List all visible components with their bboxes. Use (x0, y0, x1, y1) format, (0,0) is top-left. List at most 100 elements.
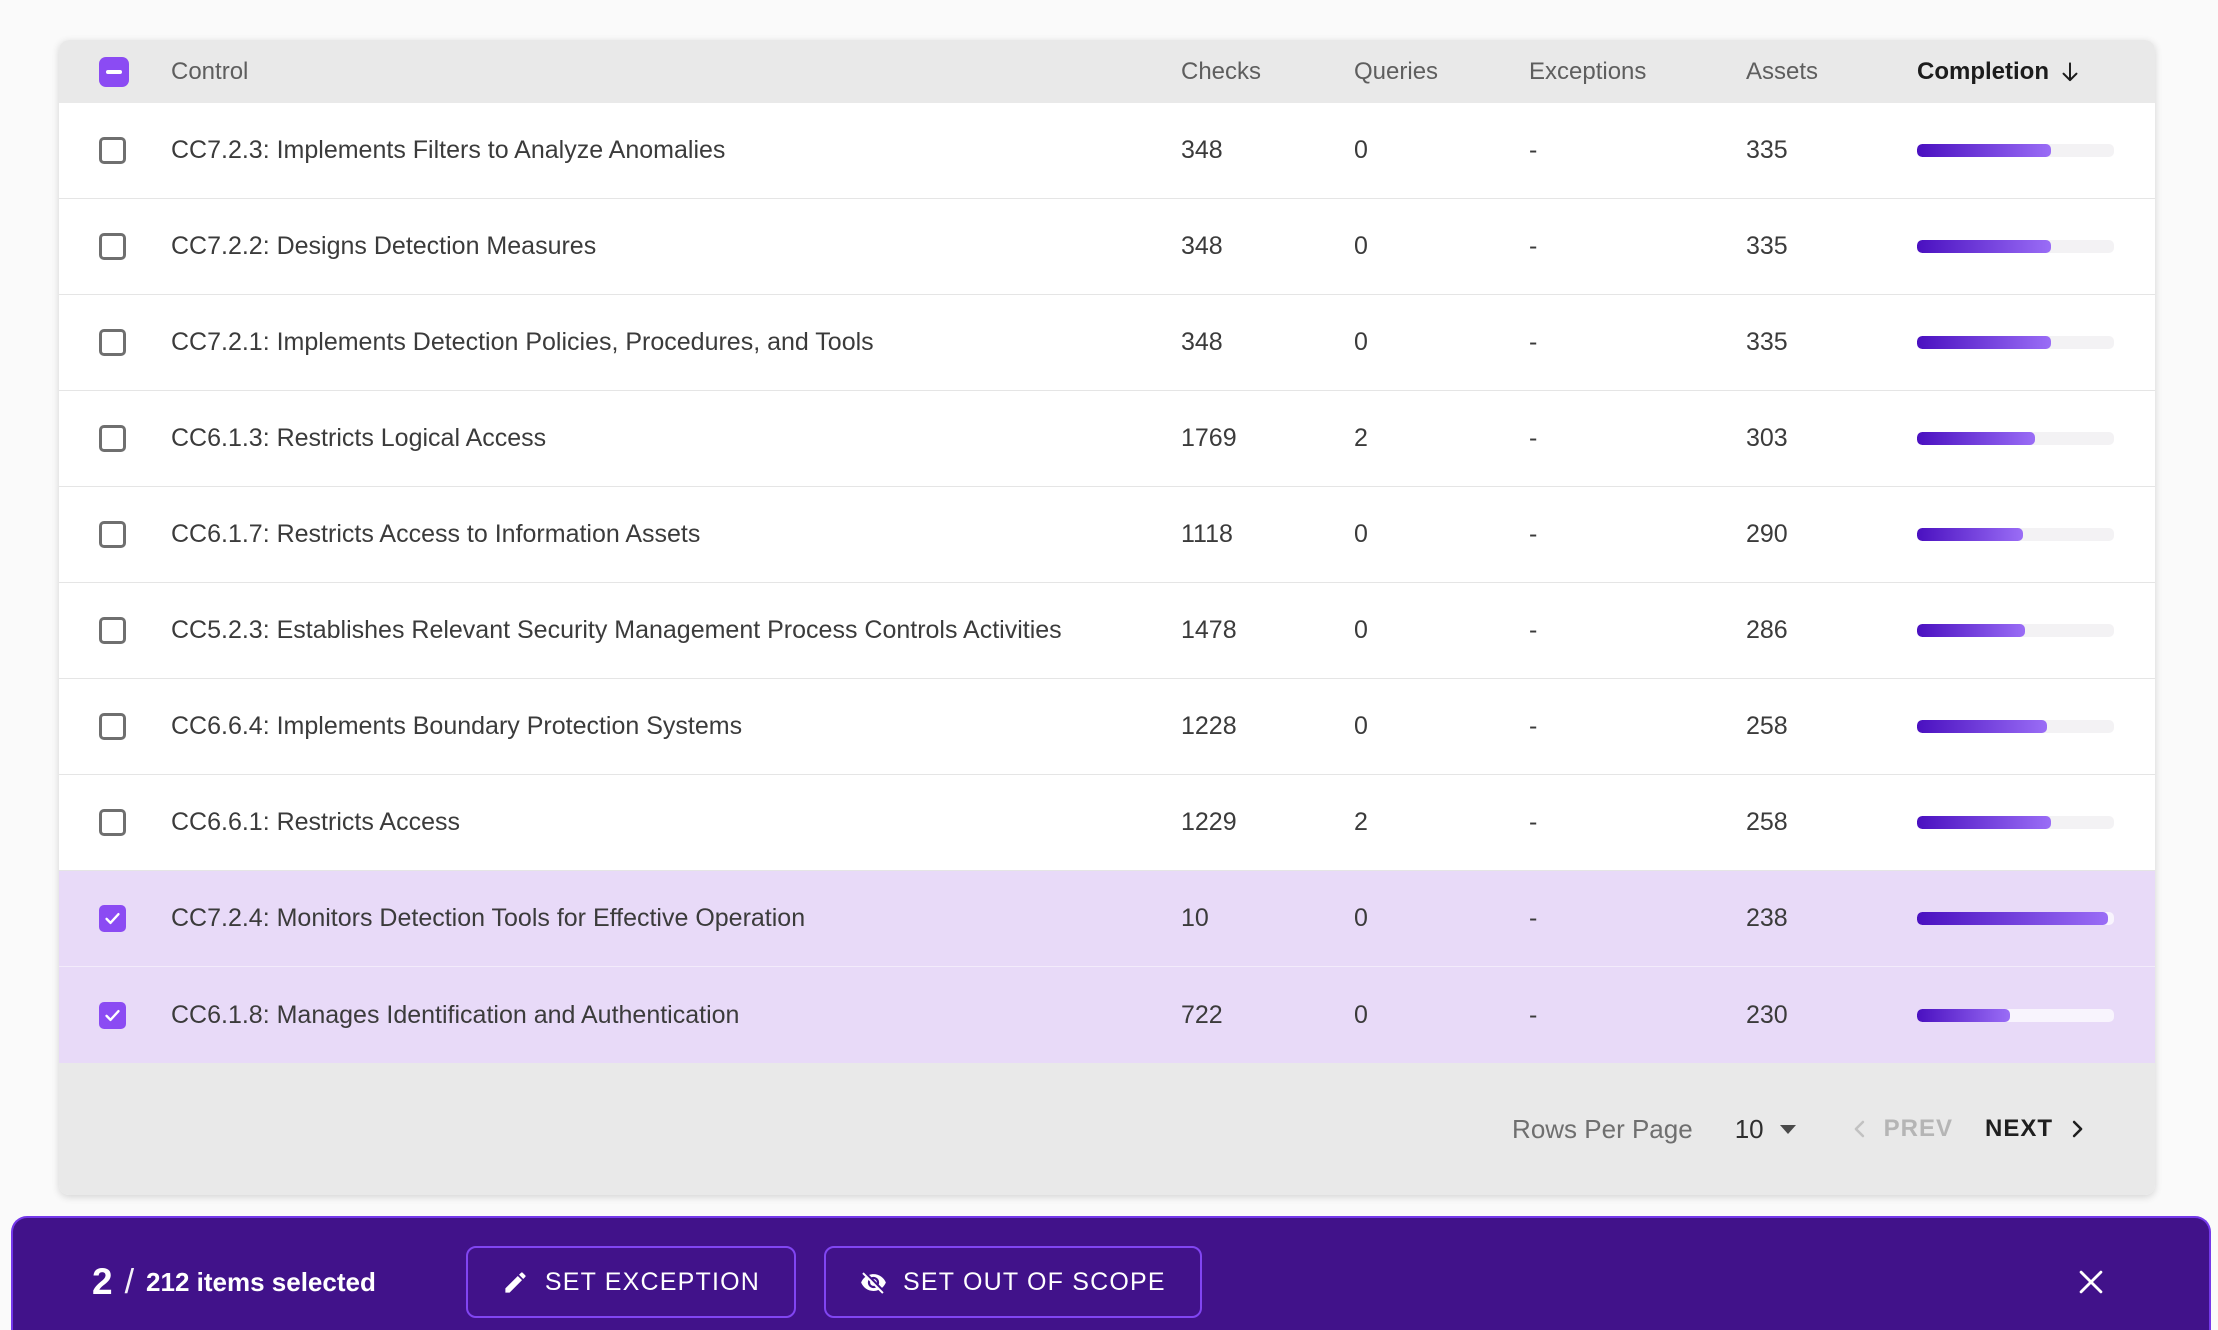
row-checkbox[interactable] (99, 425, 126, 452)
queries-value: 0 (1354, 616, 1529, 645)
select-all-checkbox[interactable] (99, 57, 129, 87)
completion-fill (1917, 528, 2023, 541)
completion-fill (1917, 624, 2025, 637)
prev-page-button[interactable]: PREV (1846, 1115, 1953, 1143)
row-checkbox[interactable] (99, 713, 126, 740)
controls-table-card: Control Checks Queries Exceptions Assets… (59, 40, 2155, 1195)
pencil-icon (502, 1269, 529, 1296)
eye-off-icon (860, 1269, 887, 1296)
assets-value: 335 (1746, 328, 1917, 357)
set-out-of-scope-button[interactable]: SET OUT OF SCOPE (824, 1246, 1202, 1318)
completion-fill (1917, 912, 2108, 925)
close-icon (2074, 1265, 2108, 1299)
assets-value: 258 (1746, 808, 1917, 837)
checks-value: 722 (1181, 1001, 1354, 1030)
checks-value: 348 (1181, 328, 1354, 357)
completion-bar (1917, 528, 2114, 541)
column-header-checks[interactable]: Checks (1181, 58, 1354, 86)
next-page-button[interactable]: NEXT (1985, 1115, 2091, 1143)
table-row[interactable]: CC7.2.3: Implements Filters to Analyze A… (59, 103, 2155, 199)
table-row[interactable]: CC6.6.1: Restricts Access 1229 2 - 258 (59, 775, 2155, 871)
checks-value: 1228 (1181, 712, 1354, 741)
queries-value: 2 (1354, 424, 1529, 453)
table-row[interactable]: CC6.6.4: Implements Boundary Protection … (59, 679, 2155, 775)
next-label: NEXT (1985, 1115, 2053, 1143)
completion-bar (1917, 816, 2114, 829)
selected-count: 2 (92, 1261, 113, 1303)
table-row[interactable]: CC7.2.4: Monitors Detection Tools for Ef… (59, 871, 2155, 967)
table-row[interactable]: CC6.1.7: Restricts Access to Information… (59, 487, 2155, 583)
row-checkbox[interactable] (99, 1002, 126, 1029)
assets-value: 303 (1746, 424, 1917, 453)
queries-value: 0 (1354, 520, 1529, 549)
completion-bar (1917, 1009, 2114, 1022)
exceptions-value: - (1529, 904, 1746, 933)
items-selected-label: 212 items selected (146, 1267, 376, 1298)
table-body: CC7.2.3: Implements Filters to Analyze A… (59, 103, 2155, 1063)
completion-fill (1917, 720, 2047, 733)
row-checkbox[interactable] (99, 809, 126, 836)
checks-value: 1769 (1181, 424, 1354, 453)
queries-value: 0 (1354, 712, 1529, 741)
rows-per-page-select[interactable]: 10 (1735, 1114, 1796, 1145)
exceptions-value: - (1529, 232, 1746, 261)
control-label: CC6.6.4: Implements Boundary Protection … (171, 712, 1181, 741)
table-row[interactable]: CC6.1.8: Manages Identification and Auth… (59, 967, 2155, 1063)
row-checkbox[interactable] (99, 617, 126, 644)
indeterminate-minus-icon (106, 70, 122, 74)
exceptions-value: - (1529, 424, 1746, 453)
chevron-right-icon (2063, 1115, 2091, 1143)
checks-value: 1229 (1181, 808, 1354, 837)
exceptions-value: - (1529, 136, 1746, 165)
completion-bar (1917, 624, 2114, 637)
set-exception-button[interactable]: SET EXCEPTION (466, 1246, 796, 1318)
row-checkbox[interactable] (99, 521, 126, 548)
table-row[interactable]: CC7.2.2: Designs Detection Measures 348 … (59, 199, 2155, 295)
row-checkbox[interactable] (99, 329, 126, 356)
set-exception-label: SET EXCEPTION (545, 1268, 760, 1297)
control-label: CC5.2.3: Establishes Relevant Security M… (171, 616, 1181, 645)
column-header-assets[interactable]: Assets (1746, 58, 1917, 86)
checks-value: 1478 (1181, 616, 1354, 645)
control-label: CC7.2.2: Designs Detection Measures (171, 232, 1181, 261)
completion-bar (1917, 240, 2114, 253)
control-label: CC6.1.3: Restricts Logical Access (171, 424, 1181, 453)
completion-bar (1917, 432, 2114, 445)
control-label: CC7.2.4: Monitors Detection Tools for Ef… (171, 904, 1181, 933)
prev-label: PREV (1884, 1115, 1953, 1143)
completion-fill (1917, 144, 2051, 157)
column-header-control[interactable]: Control (171, 58, 1181, 86)
control-label: CC6.1.8: Manages Identification and Auth… (171, 1001, 1181, 1030)
completion-fill (1917, 816, 2051, 829)
close-selection-bar-button[interactable] (2069, 1260, 2113, 1304)
completion-bar (1917, 720, 2114, 733)
row-checkbox[interactable] (99, 233, 126, 260)
column-header-queries[interactable]: Queries (1354, 58, 1529, 86)
exceptions-value: - (1529, 328, 1746, 357)
assets-value: 258 (1746, 712, 1917, 741)
chevron-left-icon (1846, 1115, 1874, 1143)
exceptions-value: - (1529, 712, 1746, 741)
column-header-exceptions[interactable]: Exceptions (1529, 58, 1746, 86)
completion-fill (1917, 336, 2051, 349)
row-checkbox[interactable] (99, 137, 126, 164)
checks-value: 348 (1181, 136, 1354, 165)
table-row[interactable]: CC5.2.3: Establishes Relevant Security M… (59, 583, 2155, 679)
sort-arrow-down-icon (2057, 59, 2083, 85)
completion-bar (1917, 144, 2114, 157)
selection-action-bar: 2 / 212 items selected SET EXCEPTION SET… (11, 1216, 2211, 1330)
checks-value: 1118 (1181, 520, 1354, 549)
table-row[interactable]: CC6.1.3: Restricts Logical Access 1769 2… (59, 391, 2155, 487)
assets-value: 230 (1746, 1001, 1917, 1030)
row-checkbox[interactable] (99, 905, 126, 932)
completion-fill (1917, 432, 2035, 445)
rows-per-page-label: Rows Per Page (1512, 1114, 1693, 1145)
control-label: CC6.1.7: Restricts Access to Information… (171, 520, 1181, 549)
checks-value: 10 (1181, 904, 1354, 933)
exceptions-value: - (1529, 520, 1746, 549)
completion-bar (1917, 336, 2114, 349)
table-row[interactable]: CC7.2.1: Implements Detection Policies, … (59, 295, 2155, 391)
column-header-completion[interactable]: Completion (1917, 58, 2114, 86)
control-label: CC7.2.3: Implements Filters to Analyze A… (171, 136, 1181, 165)
checkmark-icon (103, 909, 122, 928)
